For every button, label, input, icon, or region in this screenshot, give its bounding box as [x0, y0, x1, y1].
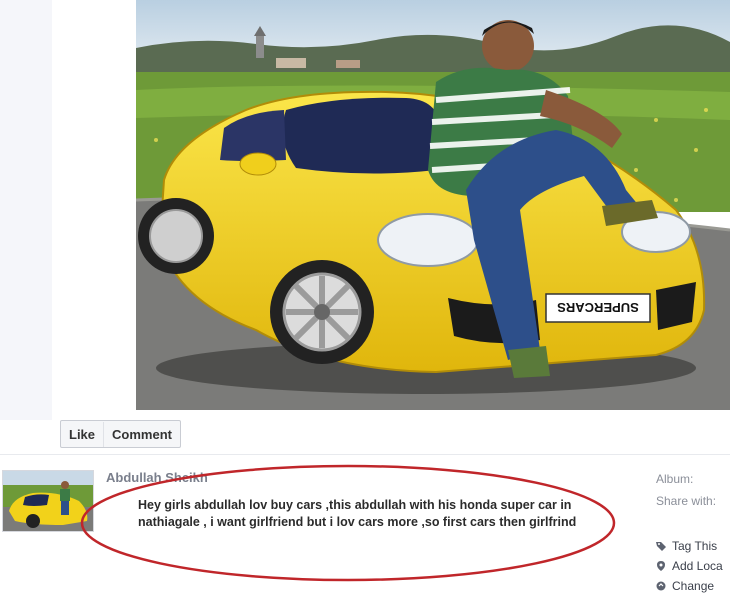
- change-icon: [656, 581, 666, 591]
- add-location-label: Add Loca: [672, 559, 723, 573]
- section-divider: [0, 454, 730, 455]
- photo-image: SUPERCARS: [136, 0, 730, 410]
- album-label: Album:: [656, 472, 694, 486]
- post-text: Hey girls abdullah lov buy cars ,this ab…: [138, 498, 577, 529]
- tag-icon: [656, 542, 666, 551]
- change-action[interactable]: Change: [656, 576, 723, 596]
- change-label: Change: [672, 579, 715, 593]
- share-with-label[interactable]: Share with:: [656, 490, 716, 512]
- tag-this-label: Tag This: [672, 539, 718, 553]
- location-pin-icon: [657, 561, 665, 571]
- add-location-action[interactable]: Add Loca: [656, 556, 723, 576]
- like-button[interactable]: Like: [61, 422, 103, 447]
- post-photo[interactable]: SUPERCARS: [136, 0, 730, 410]
- left-sidebar-strip: [0, 0, 52, 420]
- tag-this-action[interactable]: Tag This: [656, 536, 723, 556]
- like-comment-bar: Like Comment: [60, 420, 181, 448]
- photo-side-actions: Tag This Add Loca Change: [656, 536, 723, 596]
- plate-text: SUPERCARS: [557, 300, 639, 315]
- photo-meta: Album: Share with:: [656, 468, 716, 512]
- comment-button[interactable]: Comment: [103, 421, 180, 447]
